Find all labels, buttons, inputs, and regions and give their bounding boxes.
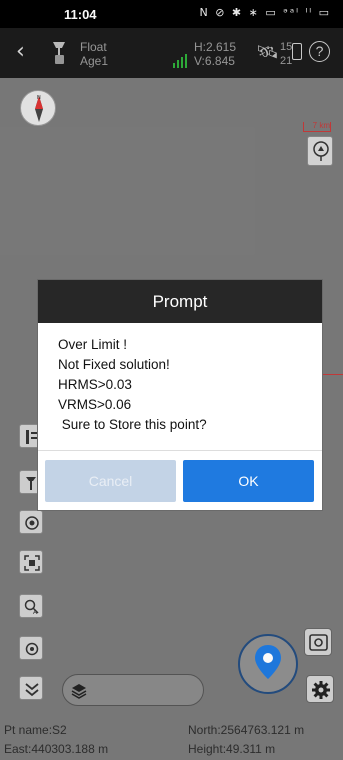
dialog-divider	[38, 450, 322, 451]
dialog-title: Prompt	[38, 280, 322, 323]
prompt-dialog: Prompt Over Limit ! Not Fixed solution! …	[38, 280, 322, 510]
message-line: Sure to Store this point?	[58, 417, 207, 432]
message-line: HRMS>0.03	[58, 377, 132, 392]
message-line: Over Limit !	[58, 337, 128, 352]
message-line: VRMS>0.06	[58, 397, 132, 412]
ok-button[interactable]: OK	[183, 460, 314, 502]
cancel-button[interactable]: Cancel	[45, 460, 176, 502]
dialog-message: Over Limit ! Not Fixed solution! HRMS>0.…	[38, 323, 322, 453]
message-line: Not Fixed solution!	[58, 357, 170, 372]
